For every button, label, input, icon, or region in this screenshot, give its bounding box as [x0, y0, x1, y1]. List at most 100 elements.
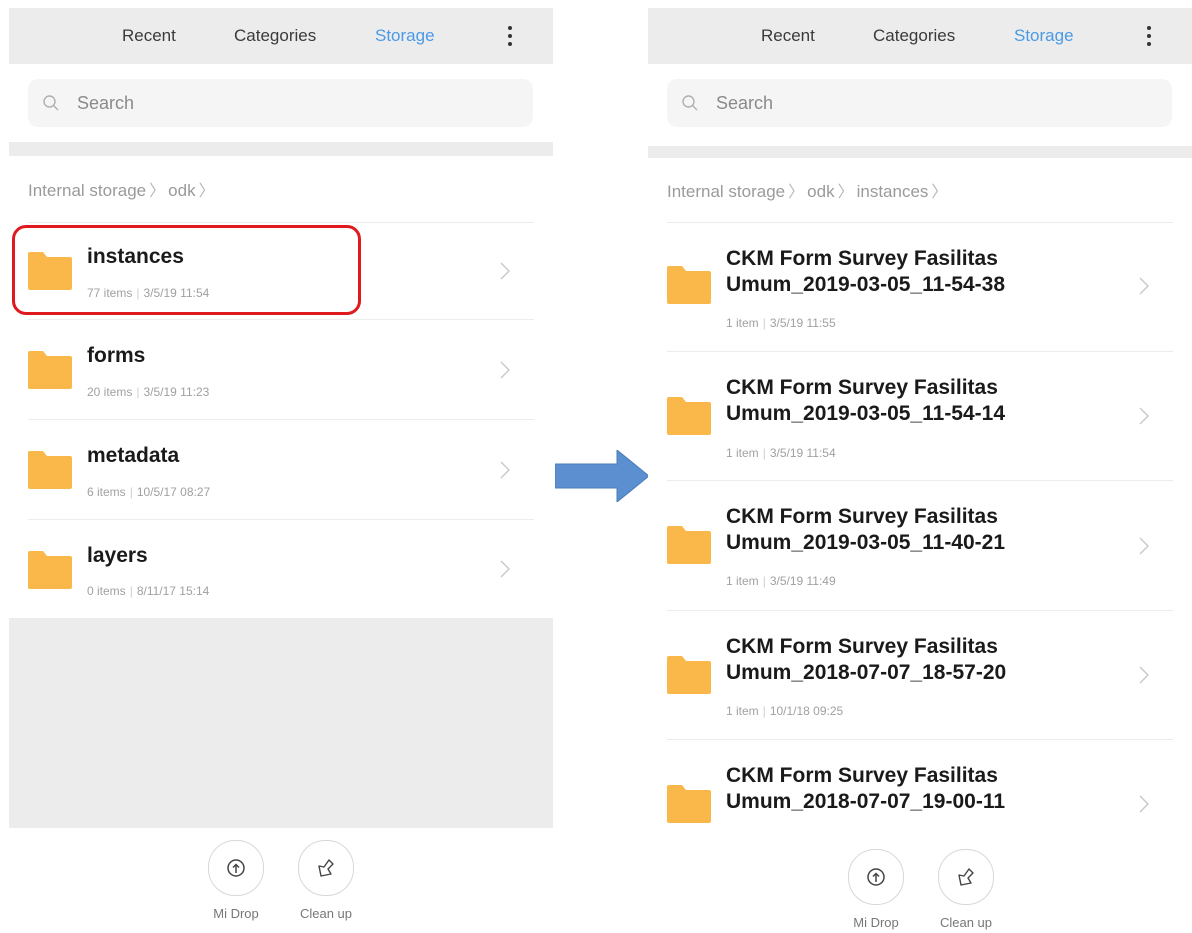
- modified-date: 3/5/19 11:54: [769, 446, 836, 460]
- tab-storage[interactable]: Storage: [1014, 8, 1074, 64]
- folder-meta: 1 item | 10/1/18 09:25: [726, 704, 844, 718]
- tab-storage[interactable]: Storage: [375, 8, 435, 64]
- left-phone-screen: Recent Categories Storage Search Interna…: [9, 0, 553, 933]
- folder-row[interactable]: CKM Form Survey Fasilitas Umum_2018-07-0…: [648, 740, 1192, 835]
- search-icon: [43, 95, 59, 111]
- chevron-right-icon: [500, 461, 510, 479]
- search-input[interactable]: Search: [667, 79, 1172, 127]
- modified-date: 3/5/19 11:49: [769, 574, 836, 588]
- folder-name: instances: [87, 245, 184, 268]
- chevron-right-icon: 〉: [788, 184, 805, 201]
- tab-recent[interactable]: Recent: [122, 8, 176, 64]
- folder-row-layers[interactable]: layers 0 items | 8/11/17 15:14: [9, 520, 553, 618]
- tab-categories[interactable]: Categories: [234, 8, 316, 64]
- folder-name: CKM Form Survey Fasilitas Umum_2019-03-0…: [726, 247, 1006, 296]
- clean-up-label: Clean up: [299, 906, 353, 921]
- item-count: 1 item: [726, 316, 759, 330]
- folder-row-metadata[interactable]: metadata 6 items | 10/5/17 08:27: [9, 420, 553, 520]
- more-vertical-icon[interactable]: [1142, 24, 1156, 48]
- modified-date: 10/5/17 08:27: [136, 485, 211, 499]
- clean-up-icon: [318, 859, 334, 877]
- folder-name: CKM Form Survey Fasilitas Umum_2019-03-0…: [726, 505, 1006, 554]
- chevron-right-icon: 〉: [837, 184, 854, 201]
- folder-icon: [667, 656, 711, 694]
- mi-drop-label: Mi Drop: [853, 915, 899, 930]
- folder-icon: [667, 266, 711, 304]
- chevron-right-icon: [500, 560, 510, 578]
- breadcrumb-odk[interactable]: odk: [168, 181, 195, 200]
- item-count: 77 items: [87, 286, 133, 300]
- more-vertical-icon[interactable]: [503, 24, 517, 48]
- modified-date: 8/11/17 15:14: [136, 584, 210, 598]
- modified-date: 3/5/19 11:55: [769, 316, 836, 330]
- chevron-right-icon: 〉: [198, 183, 215, 200]
- breadcrumb-internal-storage[interactable]: Internal storage: [667, 182, 785, 201]
- chevron-right-icon: [1139, 666, 1149, 684]
- folder-icon: [28, 551, 72, 589]
- clean-up-icon: [958, 868, 974, 886]
- folder-row[interactable]: CKM Form Survey Fasilitas Umum_2019-03-0…: [648, 222, 1192, 352]
- section-divider: [648, 146, 1192, 158]
- folder-icon: [667, 785, 711, 823]
- breadcrumb: Internal storage 〉 odk 〉: [28, 174, 218, 208]
- mi-drop-button[interactable]: Mi Drop: [206, 840, 266, 921]
- item-count: 1 item: [726, 446, 759, 460]
- folder-row[interactable]: CKM Form Survey Fasilitas Umum_2019-03-0…: [648, 352, 1192, 481]
- mi-drop-icon: [227, 859, 245, 877]
- folder-row-instances[interactable]: instances 77 items | 3/5/19 11:54: [9, 222, 553, 320]
- mi-drop-icon: [867, 868, 885, 886]
- folder-meta: 1 item | 3/5/19 11:49: [726, 574, 836, 588]
- modified-date: 3/5/19 11:54: [143, 286, 210, 300]
- folder-name: CKM Form Survey Fasilitas Umum_2018-07-0…: [726, 635, 1007, 684]
- folder-meta: 6 items | 10/5/17 08:27: [87, 485, 211, 499]
- chevron-right-icon: [1139, 537, 1149, 555]
- chevron-right-icon: [1139, 795, 1149, 813]
- search-placeholder: Search: [716, 93, 774, 113]
- right-phone-screen: Recent Categories Storage Search Interna…: [648, 0, 1192, 933]
- breadcrumb-instances[interactable]: instances: [857, 182, 929, 201]
- chevron-right-icon: [500, 262, 510, 280]
- folder-row-forms[interactable]: forms 20 items | 3/5/19 11:23: [9, 320, 553, 420]
- folder-meta: 77 items | 3/5/19 11:54: [87, 286, 210, 300]
- folder-name: CKM Form Survey Fasilitas Umum_2019-03-0…: [726, 376, 1006, 425]
- chevron-right-icon: [1139, 277, 1149, 295]
- item-count: 6 items: [87, 485, 126, 499]
- top-tab-bar: Recent Categories Storage: [648, 8, 1192, 64]
- folder-meta: 1 item | 3/5/19 11:55: [726, 316, 836, 330]
- section-divider: [9, 142, 553, 156]
- item-count: 1 item: [726, 704, 759, 718]
- folder-name: CKM Form Survey Fasilitas Umum_2018-07-0…: [726, 764, 1006, 813]
- right-arrow-icon: [555, 450, 649, 502]
- chevron-right-icon: 〉: [931, 184, 948, 201]
- folder-icon: [28, 451, 72, 489]
- tab-categories[interactable]: Categories: [873, 8, 955, 64]
- clean-up-label: Clean up: [939, 915, 993, 930]
- clean-up-button[interactable]: Clean up: [936, 849, 996, 930]
- clean-up-circle: [938, 849, 994, 905]
- chevron-right-icon: [500, 361, 510, 379]
- folder-icon: [28, 252, 72, 290]
- folder-name: forms: [87, 344, 146, 367]
- folder-row[interactable]: CKM Form Survey Fasilitas Umum_2018-07-0…: [648, 611, 1192, 740]
- item-count: 1 item: [726, 574, 759, 588]
- breadcrumb-internal-storage[interactable]: Internal storage: [28, 181, 146, 200]
- search-placeholder: Search: [77, 93, 135, 113]
- breadcrumb-odk[interactable]: odk: [807, 182, 834, 201]
- tab-recent[interactable]: Recent: [761, 8, 815, 64]
- folder-meta: 20 items | 3/5/19 11:23: [87, 385, 210, 399]
- clean-up-circle: [298, 840, 354, 896]
- mi-drop-button[interactable]: Mi Drop: [846, 849, 906, 930]
- chevron-right-icon: [1139, 407, 1149, 425]
- folder-icon: [667, 526, 711, 564]
- clean-up-button[interactable]: Clean up: [296, 840, 356, 921]
- folder-meta: 1 item | 3/5/19 11:54: [726, 446, 836, 460]
- search-input[interactable]: Search: [28, 79, 533, 127]
- mi-drop-circle: [848, 849, 904, 905]
- folder-meta: 0 items | 8/11/17 15:14: [87, 584, 210, 598]
- folder-name: layers: [87, 544, 148, 567]
- modified-date: 10/1/18 09:25: [769, 704, 844, 718]
- folder-row[interactable]: CKM Form Survey Fasilitas Umum_2019-03-0…: [648, 481, 1192, 611]
- modified-date: 3/5/19 11:23: [143, 385, 210, 399]
- item-count: 0 items: [87, 584, 126, 598]
- chevron-right-icon: 〉: [149, 183, 166, 200]
